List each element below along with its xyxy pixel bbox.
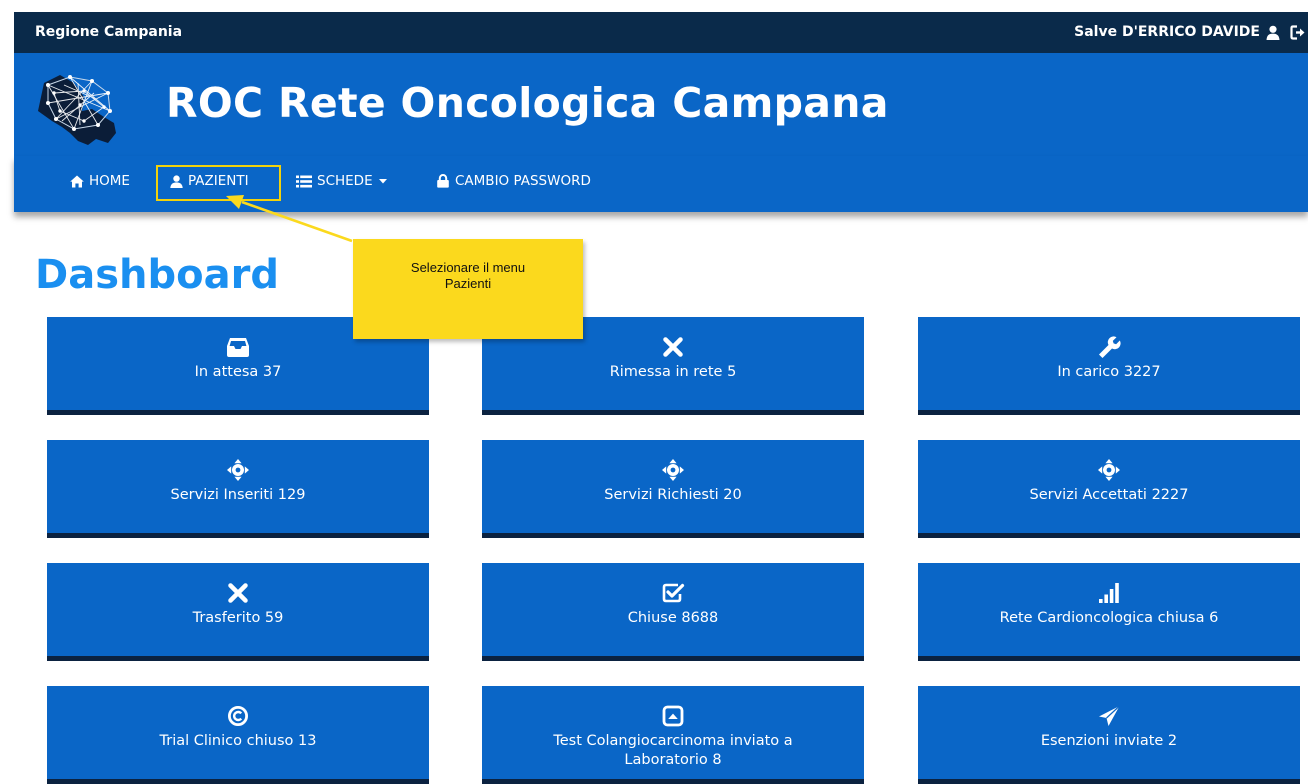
tile-label: Servizi Inseriti 129	[170, 487, 306, 503]
move-icon	[227, 459, 249, 481]
check-square-icon	[662, 583, 685, 603]
list-icon	[296, 175, 312, 187]
tile-label: Test Colangiocarcinoma inviato a Laborat…	[553, 733, 793, 768]
tile-label: In carico 3227	[1057, 364, 1161, 380]
tutorial-callout: Selezionare il menu Pazienti	[353, 239, 583, 339]
signal-icon	[1099, 583, 1119, 603]
nav-label-home: HOME	[89, 173, 130, 189]
logout-icon[interactable]	[1290, 25, 1306, 40]
tile-servizi-richiesti[interactable]: Servizi Richiesti 20	[482, 440, 864, 538]
caret-down-icon	[378, 178, 387, 183]
home-icon	[70, 175, 84, 187]
close-icon	[663, 337, 683, 357]
tile-trasferito[interactable]: Trasferito 59	[47, 563, 429, 661]
inbox-icon	[227, 338, 249, 357]
move-icon	[662, 459, 684, 481]
nav-item-pazienti[interactable]: PAZIENTI	[170, 173, 249, 189]
page: Regione Campania Salve D'ERRICO DAVIDE R…	[0, 0, 1308, 784]
region-label: Regione Campania	[35, 24, 183, 40]
tile-label: Esenzioni inviate 2	[1040, 733, 1178, 749]
close-icon	[228, 583, 248, 603]
copyright-icon	[227, 705, 249, 727]
tile-label: Servizi Richiesti 20	[604, 487, 742, 503]
nav-label-pazienti: PAZIENTI	[188, 173, 249, 189]
roc-logo[interactable]	[34, 63, 128, 149]
tile-label: Trasferito 59	[192, 610, 284, 626]
tile-label: Trial Clinico chiuso 13	[159, 733, 317, 749]
tile-in-carico[interactable]: In carico 3227	[918, 317, 1300, 415]
page-title: Dashboard	[35, 252, 279, 298]
tile-chiuse[interactable]: Chiuse 8688	[482, 563, 864, 661]
tile-servizi-inseriti[interactable]: Servizi Inseriti 129	[47, 440, 429, 538]
tile-servizi-accettati[interactable]: Servizi Accettati 2227	[918, 440, 1300, 538]
tile-trial-clinico[interactable]: Trial Clinico chiuso 13	[47, 686, 429, 784]
nav-item-cambio-password[interactable]: CAMBIO PASSWORD	[436, 173, 591, 189]
collapse-up-icon	[662, 705, 684, 727]
lock-icon	[437, 174, 449, 188]
nav-label-schede: SCHEDE	[317, 173, 373, 189]
user-icon[interactable]	[1266, 25, 1280, 40]
app-header: ROC Rete Oncologica Campana	[14, 53, 1308, 156]
user-icon	[170, 174, 183, 188]
tile-esenzioni-inviate[interactable]: Esenzioni inviate 2	[918, 686, 1300, 784]
tile-rete-cardioncologica[interactable]: Rete Cardioncologica chiusa 6	[918, 563, 1300, 661]
tile-label: In attesa 37	[194, 364, 282, 380]
send-icon	[1099, 705, 1120, 726]
move-icon	[1098, 459, 1120, 481]
callout-text: Selezionare il menu Pazienti	[410, 260, 526, 291]
wrench-icon	[1099, 336, 1121, 358]
tile-label: Rimessa in rete 5	[609, 364, 737, 380]
nav-item-home[interactable]: HOME	[70, 173, 130, 189]
tile-label: Rete Cardioncologica chiusa 6	[999, 610, 1219, 626]
tile-label: Chiuse 8688	[627, 610, 719, 626]
nav-label-cambio-password: CAMBIO PASSWORD	[455, 173, 591, 189]
tile-label: Servizi Accettati 2227	[1029, 487, 1189, 503]
user-greeting: Salve D'ERRICO DAVIDE	[1074, 24, 1260, 40]
tile-test-colangiocarcinoma[interactable]: Test Colangiocarcinoma inviato a Laborat…	[482, 686, 864, 784]
main-nav: HOME PAZIENTI SCHEDE CAMBIO PASSWORD	[14, 156, 1308, 212]
nav-item-schede[interactable]: SCHEDE	[296, 173, 387, 189]
top-bar: Regione Campania Salve D'ERRICO DAVIDE	[14, 12, 1308, 53]
app-title: ROC Rete Oncologica Campana	[166, 79, 889, 127]
